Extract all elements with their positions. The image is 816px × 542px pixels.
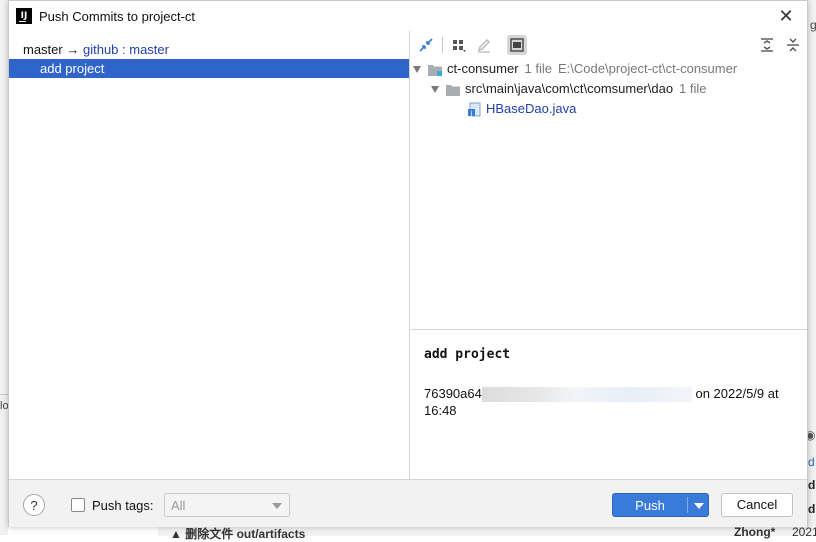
redacted-author-blur <box>481 387 692 403</box>
commit-hash-line: 76390a64 on 2022/5/9 at 16:48 <box>424 385 799 419</box>
push-tags-label[interactable]: Push tags: <box>92 498 153 513</box>
commits-pane: master → github : master add project <box>9 31 410 479</box>
edit-source-icon <box>477 39 490 53</box>
remote-name[interactable]: github <box>83 42 118 57</box>
collapse-all-button[interactable] <box>783 35 803 55</box>
commit-time: 16:48 <box>424 403 457 419</box>
ide-log-commit: ▲ 删除文件 out/artifacts <box>170 525 305 542</box>
ide-log-commit-text: 删除文件 out/artifacts <box>185 527 306 541</box>
svg-text:J: J <box>470 110 473 117</box>
push-tags-checkbox[interactable] <box>71 498 85 512</box>
collapse-all-icon <box>787 38 799 52</box>
expand-arrow-icon <box>413 66 421 74</box>
module-file-count: 1 file <box>524 61 552 76</box>
module-name: ct-consumer <box>447 61 519 76</box>
ide-left-divider <box>0 394 8 395</box>
close-icon: ✕ <box>778 6 794 26</box>
tags-select-value: All <box>171 498 186 513</box>
ide-right-fragment-3: d <box>808 502 816 516</box>
commit-hash[interactable]: 76390a64 <box>424 386 482 401</box>
directory-file-count: 1 file <box>679 81 707 96</box>
ide-log-date: 2021 <box>792 525 816 539</box>
edit-source-button[interactable] <box>474 35 494 55</box>
changes-pane: ct-consumer 1 file E:\Code\project-ct\ct-c… <box>410 31 807 329</box>
chevron-down-icon <box>272 503 282 509</box>
commit-list-item[interactable]: add project <box>9 59 409 78</box>
tags-select[interactable]: All <box>164 493 290 517</box>
module-path: E:\Code\project-ct\ct-consumer <box>558 61 738 76</box>
commit-details-pane: add project 76390a64 on 2022/5/9 at 16:4… <box>410 330 807 479</box>
show-details-button[interactable] <box>507 35 527 55</box>
remote-branch[interactable]: master <box>129 42 169 57</box>
expand-all-button[interactable] <box>757 35 777 55</box>
changes-toolbar <box>410 31 807 58</box>
ide-log-author: Zhong* <box>734 525 776 539</box>
ide-left-strip <box>0 0 8 535</box>
help-button[interactable]: ? <box>23 494 45 516</box>
expand-all-icon <box>761 38 773 52</box>
push-commits-dialog: IJ Push Commits to project-ct ✕ master →… <box>8 0 808 527</box>
java-file-icon: J <box>468 102 481 117</box>
push-options-dropdown[interactable] <box>688 494 709 516</box>
remote-separator: : <box>118 42 130 57</box>
tree-file-node[interactable]: J HBaseDao.java <box>467 100 576 118</box>
directory-name: src\main\java\com\ct\comsumer\dao <box>465 81 674 96</box>
details-commit-message: add project <box>424 347 511 362</box>
commit-message: add project <box>40 61 105 76</box>
ide-right-fragment: ge <box>810 18 816 32</box>
ide-right-fragment-2: d <box>808 478 816 492</box>
folder-icon <box>446 84 460 96</box>
tree-module-node[interactable]: ct-consumer 1 file E:\Code\project-ct\ct-c… <box>413 60 737 78</box>
show-details-icon <box>510 38 524 52</box>
ide-right-fragment-1: d <box>808 455 815 469</box>
arrow-icon: → <box>66 42 80 57</box>
intellij-app-icon: IJ <box>16 8 32 24</box>
merge-arrows-icon <box>419 38 433 52</box>
push-button-label: Push <box>635 498 665 513</box>
cancel-button[interactable]: Cancel <box>721 493 793 517</box>
group-by-button[interactable] <box>449 35 469 55</box>
module-folder-icon <box>428 64 442 76</box>
branch-mapping[interactable]: master → github : master <box>23 42 169 57</box>
commit-date: on 2022/5/9 at <box>695 386 779 401</box>
expand-arrow-icon <box>431 86 439 94</box>
dialog-title: Push Commits to project-ct <box>39 9 196 24</box>
group-by-icon <box>453 40 466 52</box>
merge-arrows-button[interactable] <box>416 35 436 55</box>
push-button[interactable]: Push <box>612 493 709 517</box>
file-name: HBaseDao.java <box>486 101 577 116</box>
local-branch: master <box>23 42 63 57</box>
toolbar-separator <box>442 37 443 53</box>
ide-log-marker-icon: ▲ <box>170 527 182 541</box>
dialog-footer: ? Push tags: All Push Cancel <box>9 479 807 527</box>
tree-directory-node[interactable]: src\main\java\com\ct\comsumer\dao 1 file <box>431 80 707 98</box>
close-button[interactable]: ✕ <box>775 5 797 27</box>
title-bar: IJ Push Commits to project-ct ✕ <box>9 1 807 31</box>
